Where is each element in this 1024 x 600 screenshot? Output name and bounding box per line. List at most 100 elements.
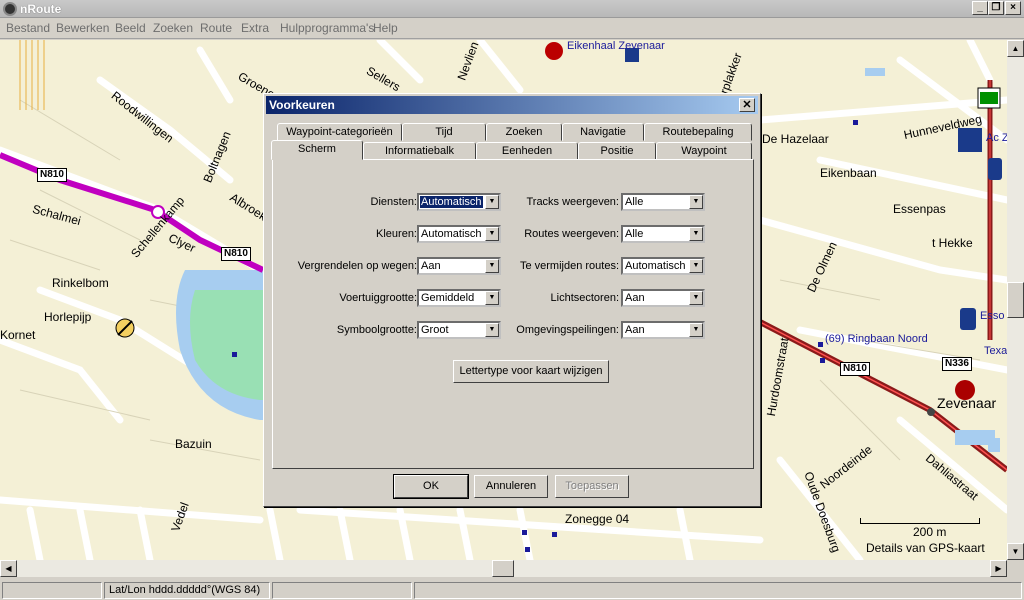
tab-waypoint[interactable]: Waypoint xyxy=(656,142,752,160)
chevron-down-icon[interactable]: ▼ xyxy=(485,227,499,241)
tab-routebepaling[interactable]: Routebepaling xyxy=(644,123,752,141)
tab-zoeken[interactable]: Zoeken xyxy=(486,123,562,141)
street-label: Zonegge 04 xyxy=(565,512,630,526)
status-bar: Lat/Lon hddd.ddddd°(WGS 84) xyxy=(0,580,1024,600)
scroll-down-button[interactable]: ▼ xyxy=(1007,543,1024,560)
select-voertuiggrootte-value: Gemiddeld xyxy=(421,292,475,304)
horizontal-scroll-thumb[interactable] xyxy=(492,560,514,577)
scale-label: 200 m xyxy=(913,525,947,539)
ok-button[interactable]: OK xyxy=(393,474,469,499)
select-tracks-value: Alle xyxy=(625,196,644,208)
select-lichtsectoren-value: Aan xyxy=(625,292,645,304)
tab-panel-scherm: Diensten: Automatisch ▼ Kleuren: Automat… xyxy=(272,159,754,469)
chevron-down-icon[interactable]: ▼ xyxy=(689,291,703,305)
select-symboolgrootte-value: Groot xyxy=(421,324,449,336)
maximize-button[interactable]: ❐ xyxy=(988,1,1004,15)
menu-help[interactable]: Help xyxy=(373,21,398,35)
select-tracks-weergeven[interactable]: Alle ▼ xyxy=(621,193,705,211)
street-label: Kornet xyxy=(0,328,36,342)
menu-route[interactable]: Route xyxy=(200,21,232,35)
chevron-down-icon[interactable]: ▼ xyxy=(485,323,499,337)
cancel-button[interactable]: Annuleren xyxy=(474,475,548,498)
status-panel-empty xyxy=(2,582,102,599)
select-routes-value: Alle xyxy=(625,228,644,240)
scroll-left-button[interactable]: ◀ xyxy=(0,560,17,577)
label-symboolgrootte: Symboolgrootte: xyxy=(336,324,417,336)
label-routes-weergeven: Routes weergeven: xyxy=(524,228,619,240)
street-label: Horlepijp xyxy=(44,310,92,324)
select-lichtsectoren[interactable]: Aan ▼ xyxy=(621,289,705,307)
select-routes-weergeven[interactable]: Alle ▼ xyxy=(621,225,705,243)
apply-button[interactable]: Toepassen xyxy=(555,475,629,498)
label-tracks-weergeven: Tracks weergeven: xyxy=(526,196,619,208)
chevron-down-icon[interactable]: ▼ xyxy=(689,227,703,241)
tab-informatiebalk[interactable]: Informatiebalk xyxy=(363,142,476,160)
tab-eenheden[interactable]: Eenheden xyxy=(476,142,578,160)
preferences-dialog: Voorkeuren ✕ Waypoint-categorieën Tijd Z… xyxy=(263,93,761,507)
select-kleuren[interactable]: Automatisch ▼ xyxy=(417,225,501,243)
tab-tijd[interactable]: Tijd xyxy=(402,123,486,141)
chevron-down-icon[interactable]: ▼ xyxy=(485,259,499,273)
select-vergrendelen-value: Aan xyxy=(421,260,441,272)
street-label: Rinkelbom xyxy=(52,276,109,290)
label-lichtsectoren: Lichtsectoren: xyxy=(550,292,619,304)
select-te-vermijden-value: Automatisch xyxy=(625,260,686,272)
scroll-up-button[interactable]: ▲ xyxy=(1007,40,1024,57)
close-button[interactable]: × xyxy=(1005,1,1021,15)
label-vergrendelen-op-wegen: Vergrendelen op wegen: xyxy=(297,260,417,272)
select-omgevingspeilingen[interactable]: Aan ▼ xyxy=(621,321,705,339)
scroll-right-button[interactable]: ▶ xyxy=(990,560,1007,577)
status-coordinates: Lat/Lon hddd.ddddd°(WGS 84) xyxy=(104,582,270,599)
menu-extra[interactable]: Extra xyxy=(241,21,269,35)
label-te-vermijden-routes: Te vermijden routes: xyxy=(519,260,619,272)
poi-label: (69) Ringbaan Noord xyxy=(825,333,928,345)
street-label: De Hazelaar xyxy=(762,132,829,146)
road-badge: N810 xyxy=(840,362,870,376)
road-badge: N336 xyxy=(942,357,972,371)
label-voertuiggrootte: Voertuiggrootte: xyxy=(339,292,417,304)
menu-bar: Bestand Bewerken Beeld Zoeken Route Extr… xyxy=(0,18,1024,39)
title-bar: nRoute _ ❐ × xyxy=(0,0,1024,18)
select-diensten[interactable]: Automatisch ▼ xyxy=(417,193,501,211)
chevron-down-icon[interactable]: ▼ xyxy=(485,195,499,209)
select-omgevingspeilingen-value: Aan xyxy=(625,324,645,336)
tab-positie[interactable]: Positie xyxy=(578,142,656,160)
menu-bewerken[interactable]: Bewerken xyxy=(56,21,109,35)
app-icon xyxy=(3,2,17,16)
menu-zoeken[interactable]: Zoeken xyxy=(153,21,193,35)
place-label: Zevenaar xyxy=(937,395,997,411)
map-detail-text: Details van GPS-kaart xyxy=(866,541,985,555)
select-symboolgrootte[interactable]: Groot ▼ xyxy=(417,321,501,339)
tab-waypoint-categorieen[interactable]: Waypoint-categorieën xyxy=(277,123,402,141)
tab-scherm[interactable]: Scherm xyxy=(271,140,363,160)
poi-label: Eikenhaal Zevenaar xyxy=(567,40,665,52)
street-label: Bazuin xyxy=(175,437,212,451)
dialog-close-button[interactable]: ✕ xyxy=(739,98,755,112)
chevron-down-icon[interactable]: ▼ xyxy=(689,195,703,209)
chevron-down-icon[interactable]: ▼ xyxy=(485,291,499,305)
road-badge: N810 xyxy=(221,247,251,261)
minimize-button[interactable]: _ xyxy=(972,1,988,15)
dialog-title-bar: Voorkeuren ✕ xyxy=(266,96,758,114)
select-vergrendelen-op-wegen[interactable]: Aan ▼ xyxy=(417,257,501,275)
chevron-down-icon[interactable]: ▼ xyxy=(689,259,703,273)
tab-navigatie[interactable]: Navigatie xyxy=(562,123,644,141)
horizontal-scrollbar[interactable]: ◀ ▶ xyxy=(0,560,1007,577)
select-voertuiggrootte[interactable]: Gemiddeld ▼ xyxy=(417,289,501,307)
poi-label: Texa xyxy=(984,345,1007,357)
select-kleuren-value: Automatisch xyxy=(421,228,482,240)
status-panel-empty xyxy=(414,582,1022,599)
menu-bestand[interactable]: Bestand xyxy=(6,21,50,35)
menu-beeld[interactable]: Beeld xyxy=(115,21,146,35)
chevron-down-icon[interactable]: ▼ xyxy=(689,323,703,337)
vertical-scroll-thumb[interactable] xyxy=(1007,282,1024,318)
poi-label: Ac Z xyxy=(986,132,1007,144)
vertical-scrollbar[interactable]: ▲ ▼ xyxy=(1007,40,1024,560)
menu-hulpprogrammas[interactable]: Hulpprogramma's xyxy=(280,21,374,35)
select-diensten-value: Automatisch xyxy=(419,195,484,209)
road-badge: N810 xyxy=(37,168,67,182)
select-te-vermijden-routes[interactable]: Automatisch ▼ xyxy=(621,257,705,275)
label-diensten: Diensten: xyxy=(370,196,417,208)
label-omgevingspeilingen: Omgevingspeilingen: xyxy=(516,324,619,336)
change-map-font-button[interactable]: Lettertype voor kaart wijzigen xyxy=(453,360,609,383)
